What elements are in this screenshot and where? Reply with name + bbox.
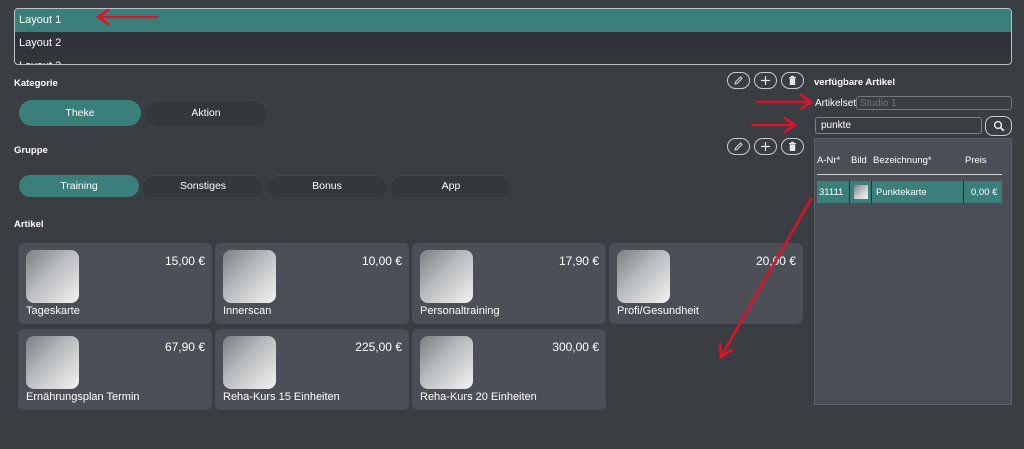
article-image bbox=[26, 250, 79, 303]
table-row[interactable]: 31111 Punktekarte 0,00 € bbox=[817, 181, 1002, 203]
layout-item-2[interactable]: Layout 2 bbox=[15, 32, 1011, 55]
plus-icon bbox=[761, 76, 770, 85]
article-image bbox=[223, 250, 276, 303]
cell-bild bbox=[850, 181, 872, 203]
article-name: Personaltraining bbox=[420, 305, 500, 317]
article-name: Ernährungsplan Termin bbox=[26, 391, 140, 403]
plus-icon bbox=[761, 142, 770, 151]
article-image bbox=[26, 336, 79, 389]
arrow-search-annotation bbox=[750, 116, 798, 134]
search-icon bbox=[993, 120, 1004, 132]
cell-nr: 31111 bbox=[817, 181, 850, 203]
article-price: 20,00 € bbox=[755, 254, 796, 268]
edit-icon bbox=[734, 142, 743, 151]
cell-preis: 0,00 € bbox=[971, 186, 998, 198]
gruppe-segments: Training Sonstiges Bonus App bbox=[19, 175, 515, 197]
cell-bezeichnung: Punktekarte bbox=[872, 181, 964, 203]
trash-icon bbox=[789, 141, 796, 151]
article-price: 225,00 € bbox=[355, 340, 402, 354]
artikel-label: Artikel bbox=[14, 219, 44, 230]
column-header-bezeichnung[interactable]: Bezeichnung* bbox=[873, 155, 932, 166]
article-name: Innerscan bbox=[223, 305, 272, 317]
trash-icon bbox=[789, 75, 796, 85]
arrow-artikelset-annotation bbox=[755, 93, 814, 111]
gruppe-edit-button[interactable] bbox=[727, 138, 750, 155]
article-price: 67,90 € bbox=[164, 340, 205, 354]
gruppe-option-app[interactable]: App bbox=[391, 175, 511, 197]
column-header-nr[interactable]: A-Nr* bbox=[817, 155, 840, 166]
article-name: Profi/Gesundheit bbox=[617, 305, 699, 317]
gruppe-option-training[interactable]: Training bbox=[19, 175, 139, 197]
article-image bbox=[420, 336, 473, 389]
article-image bbox=[223, 336, 276, 389]
article-price: 300,00 € bbox=[552, 340, 599, 354]
article-card[interactable]: 225,00 € Reha-Kurs 15 Einheiten bbox=[215, 329, 409, 410]
kategorie-option-aktion[interactable]: Aktion bbox=[145, 100, 267, 126]
layout-item-1[interactable]: Layout 1 bbox=[15, 9, 1011, 32]
article-name: Reha-Kurs 20 Einheiten bbox=[420, 391, 537, 403]
article-name: Reha-Kurs 15 Einheiten bbox=[223, 391, 340, 403]
article-card[interactable]: 15,00 € Tageskarte bbox=[18, 243, 212, 324]
kategorie-option-theke[interactable]: Theke bbox=[19, 100, 141, 126]
artikelset-label: Artikelset bbox=[815, 98, 857, 109]
article-name: Tageskarte bbox=[26, 305, 80, 317]
article-price: 17,90 € bbox=[558, 254, 599, 268]
kategorie-add-button[interactable] bbox=[754, 72, 777, 89]
kategorie-segments: Theke Aktion bbox=[19, 100, 271, 126]
article-card[interactable]: 10,00 € Innerscan bbox=[215, 243, 409, 324]
header-divider bbox=[817, 174, 1002, 175]
gruppe-option-bonus[interactable]: Bonus bbox=[267, 175, 387, 197]
article-thumbnail bbox=[853, 185, 868, 199]
available-articles-title: verfügbare Artikel bbox=[814, 77, 895, 88]
gruppe-delete-button[interactable] bbox=[781, 138, 804, 155]
kategorie-toolbar bbox=[727, 72, 804, 89]
gruppe-toolbar bbox=[727, 138, 804, 155]
artikelset-field[interactable] bbox=[856, 96, 1012, 110]
article-image bbox=[420, 250, 473, 303]
kategorie-edit-button[interactable] bbox=[727, 72, 750, 89]
available-articles-table: A-Nr* Bild Bezeichnung* Preis 31111 Punk… bbox=[814, 138, 1012, 405]
article-price: 10,00 € bbox=[361, 254, 402, 268]
column-header-bild[interactable]: Bild bbox=[851, 155, 867, 166]
article-card[interactable]: 67,90 € Ernährungsplan Termin bbox=[18, 329, 212, 410]
article-price: 15,00 € bbox=[164, 254, 205, 268]
article-search-input[interactable] bbox=[815, 117, 982, 134]
gruppe-add-button[interactable] bbox=[754, 138, 777, 155]
kategorie-delete-button[interactable] bbox=[781, 72, 804, 89]
edit-icon bbox=[734, 76, 743, 85]
kategorie-label: Kategorie bbox=[14, 78, 58, 89]
article-image bbox=[617, 250, 670, 303]
column-header-preis[interactable]: Preis bbox=[965, 155, 987, 166]
gruppe-option-sonstiges[interactable]: Sonstiges bbox=[143, 175, 263, 197]
search-button[interactable] bbox=[985, 116, 1012, 136]
article-card[interactable]: 20,00 € Profi/Gesundheit bbox=[609, 243, 803, 324]
layout-item-3[interactable]: Layout 3 bbox=[15, 55, 1011, 64]
layout-list[interactable]: Layout 1 Layout 2 Layout 3 bbox=[14, 8, 1012, 65]
article-card[interactable]: 300,00 € Reha-Kurs 20 Einheiten bbox=[412, 329, 606, 410]
gruppe-label: Gruppe bbox=[14, 145, 48, 156]
article-card[interactable]: 17,90 € Personaltraining bbox=[412, 243, 606, 324]
